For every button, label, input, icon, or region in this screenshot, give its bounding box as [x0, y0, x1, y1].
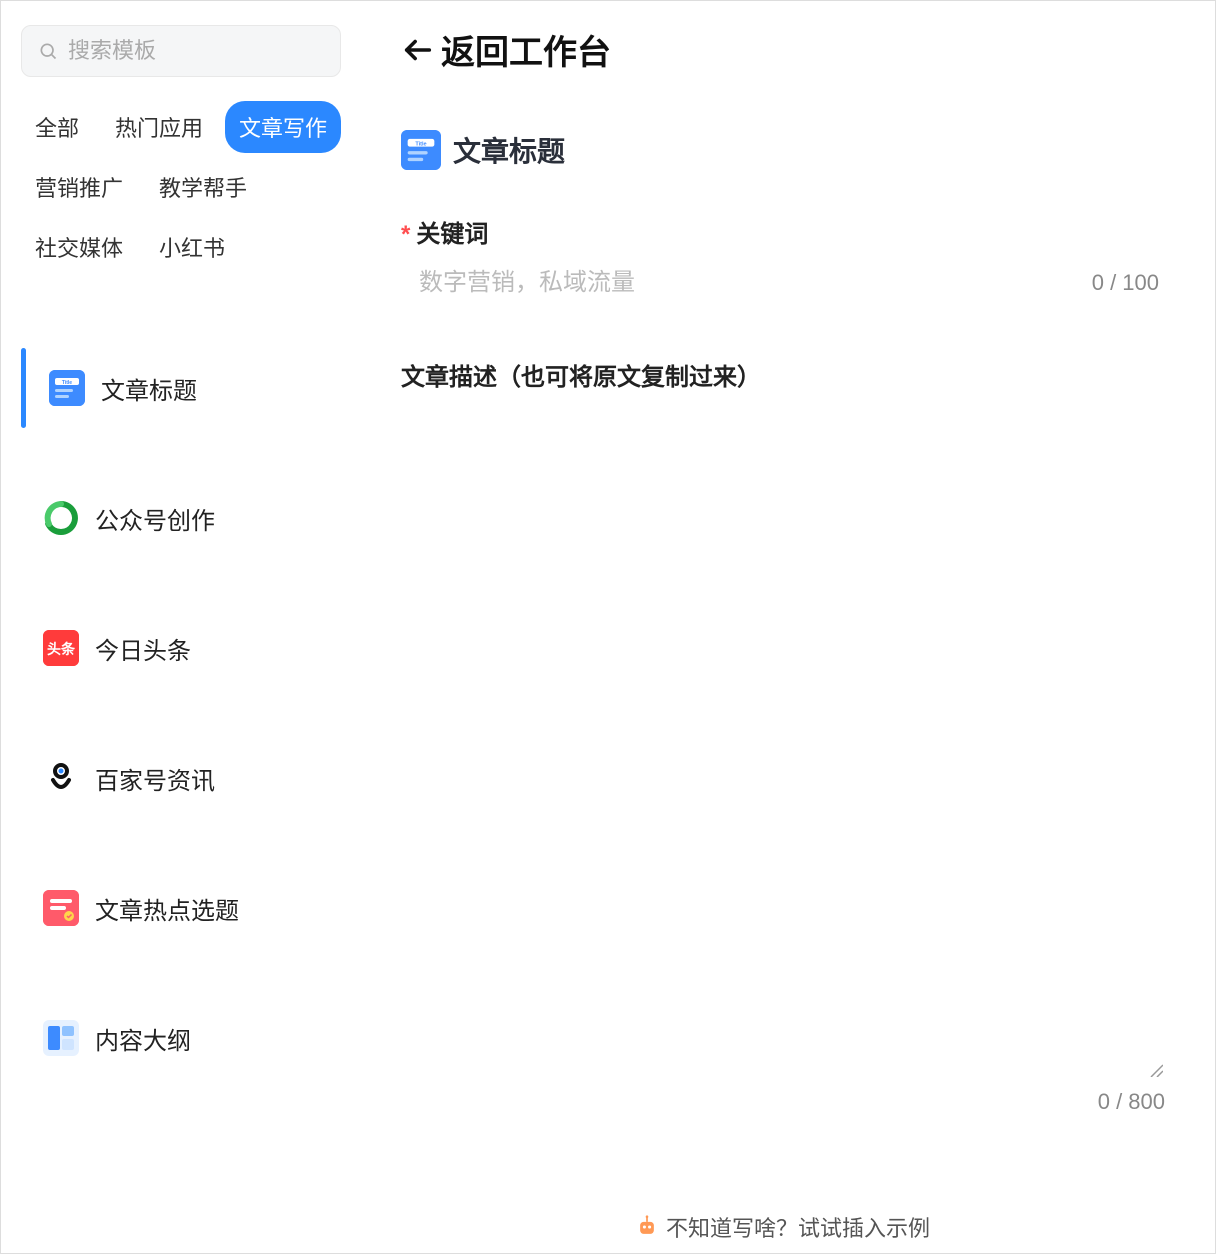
category-tabs: 全部 热门应用 文章写作 营销推广 教学帮手 社交媒体 小红书 [21, 101, 361, 273]
category-popular[interactable]: 热门应用 [101, 101, 217, 153]
template-outline[interactable]: 内容大纲 [21, 973, 361, 1103]
main-panel: 返回工作台 Title 文章标题 *关键词 0 / 100 文章描述（也可将原文… [381, 1, 1215, 1253]
template-wechat[interactable]: 公众号创作 [21, 453, 361, 583]
template-hot-topic[interactable]: 文章热点选题 [21, 843, 361, 973]
keyword-input[interactable] [419, 269, 937, 297]
title-icon: Title [49, 370, 85, 406]
outline-icon [43, 1020, 79, 1056]
robot-icon [636, 1215, 658, 1239]
category-teaching[interactable]: 教学帮手 [145, 161, 261, 213]
keyword-label: *关键词 [401, 214, 1165, 249]
description-input[interactable] [401, 412, 1165, 1057]
template-label: 今日头条 [95, 631, 191, 666]
back-label: 返回工作台 [441, 25, 611, 74]
form-title: 文章标题 [453, 130, 565, 170]
toutiao-icon: 头条 [43, 630, 79, 666]
baijia-icon [43, 760, 79, 796]
hint-text: 不知道写啥？试试插入示例 [666, 1211, 930, 1243]
sidebar: 全部 热门应用 文章写作 营销推广 教学帮手 社交媒体 小红书 Title 文章… [1, 1, 381, 1253]
svg-text:Title: Title [62, 380, 72, 386]
form-header: Title 文章标题 [401, 130, 1165, 170]
required-mark: * [401, 221, 410, 248]
template-article-title[interactable]: Title 文章标题 [21, 323, 361, 453]
template-list: Title 文章标题 公众号创作 头条 今日头条 百家号 [21, 323, 361, 1103]
resize-handle-icon[interactable] [1149, 1063, 1163, 1077]
search-input[interactable] [68, 38, 324, 64]
description-counter: 0 / 800 [401, 1089, 1165, 1115]
description-wrap [401, 412, 1165, 1077]
category-all[interactable]: 全部 [21, 101, 93, 153]
example-hint[interactable]: 不知道写啥？试试插入示例 [401, 1211, 1165, 1243]
category-social[interactable]: 社交媒体 [21, 221, 137, 273]
template-label: 文章标题 [101, 371, 197, 406]
template-label: 公众号创作 [95, 501, 215, 536]
arrow-left-icon [401, 33, 435, 67]
back-button[interactable]: 返回工作台 [401, 25, 1165, 74]
svg-text:头条: 头条 [47, 641, 76, 657]
keyword-counter: 0 / 100 [1092, 270, 1159, 296]
template-baijia[interactable]: 百家号资讯 [21, 713, 361, 843]
template-toutiao[interactable]: 头条 今日头条 [21, 583, 361, 713]
search-icon [38, 41, 58, 61]
hot-topic-icon [43, 890, 79, 926]
template-label: 百家号资讯 [95, 761, 215, 796]
category-xiaohongshu[interactable]: 小红书 [145, 221, 239, 273]
wechat-icon [43, 500, 79, 536]
template-label: 文章热点选题 [95, 891, 239, 926]
template-label: 内容大纲 [95, 1021, 191, 1056]
category-article-writing[interactable]: 文章写作 [225, 101, 341, 153]
category-marketing[interactable]: 营销推广 [21, 161, 137, 213]
svg-text:Title: Title [415, 142, 426, 148]
search-box[interactable] [21, 25, 341, 77]
description-label: 文章描述（也可将原文复制过来） [401, 357, 1165, 392]
title-icon: Title [401, 130, 441, 170]
keyword-input-row: 0 / 100 [401, 269, 1165, 297]
